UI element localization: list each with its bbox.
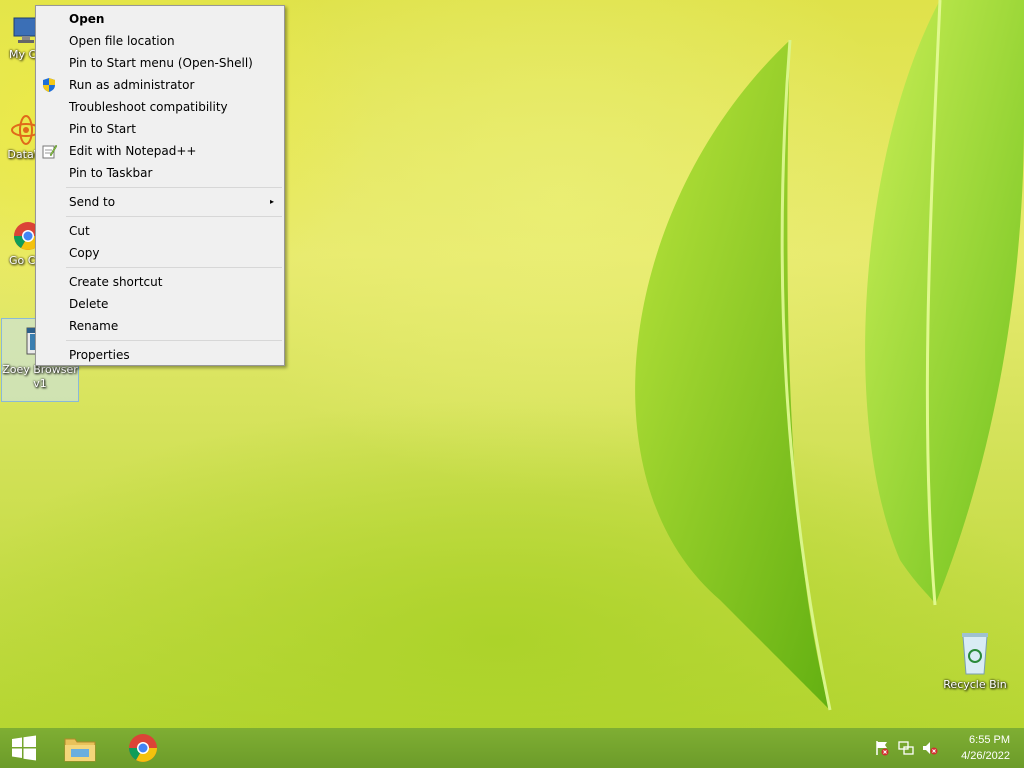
volume-muted-icon[interactable]	[922, 740, 938, 756]
menu-separator	[66, 340, 282, 341]
menu-item-copy[interactable]: Copy	[36, 242, 284, 264]
taskbar-file-explorer[interactable]	[56, 728, 104, 768]
taskbar: 6:55 PM 4/26/2022	[0, 728, 1024, 768]
action-center-flag-icon[interactable]	[874, 740, 890, 756]
menu-item-pin-to-start[interactable]: Pin to Start	[36, 118, 284, 140]
menu-separator	[66, 216, 282, 217]
clock-time: 6:55 PM	[969, 734, 1010, 746]
menu-item-open[interactable]: Open	[36, 8, 284, 30]
chrome-icon	[129, 734, 157, 762]
menu-item-create-shortcut[interactable]: Create shortcut	[36, 271, 284, 293]
menu-item-run-as-administrator[interactable]: Run as administrator	[36, 74, 284, 96]
menu-item-send-to[interactable]: Send to ▸	[36, 191, 284, 213]
menu-item-delete[interactable]: Delete	[36, 293, 284, 315]
clock-date: 4/26/2022	[961, 750, 1010, 762]
menu-separator	[66, 187, 282, 188]
menu-item-pin-to-taskbar[interactable]: Pin to Taskbar	[36, 162, 284, 184]
context-menu: Open Open file location Pin to Start men…	[35, 5, 285, 366]
recycle-bin-icon	[959, 630, 991, 676]
menu-item-properties[interactable]: Properties	[36, 344, 284, 366]
menu-item-cut[interactable]: Cut	[36, 220, 284, 242]
desktop-icon-label: Zoey Browser v1	[2, 363, 78, 390]
notepad-plus-plus-icon	[41, 143, 58, 159]
start-button[interactable]	[0, 728, 48, 768]
submenu-arrow-icon: ▸	[269, 197, 274, 206]
menu-item-open-file-location[interactable]: Open file location	[36, 30, 284, 52]
menu-separator	[66, 267, 282, 268]
uac-shield-icon	[41, 77, 57, 93]
desktop-icon-recycle-bin[interactable]: Recycle Bin	[937, 630, 1013, 692]
desktop-icon-label: Recycle Bin	[943, 678, 1007, 691]
menu-item-rename[interactable]: Rename	[36, 315, 284, 337]
network-icon[interactable]	[898, 740, 914, 756]
taskbar-google-chrome[interactable]	[119, 728, 167, 768]
menu-item-edit-with-notepad-plus-plus[interactable]: Edit with Notepad++	[36, 140, 284, 162]
menu-item-pin-to-start-menu-open-shell[interactable]: Pin to Start menu (Open-Shell)	[36, 52, 284, 74]
taskbar-clock[interactable]: 6:55 PM 4/26/2022	[961, 732, 1010, 764]
folder-icon	[64, 738, 96, 762]
menu-item-troubleshoot-compatibility[interactable]: Troubleshoot compatibility	[36, 96, 284, 118]
windows-logo-icon	[12, 735, 36, 761]
